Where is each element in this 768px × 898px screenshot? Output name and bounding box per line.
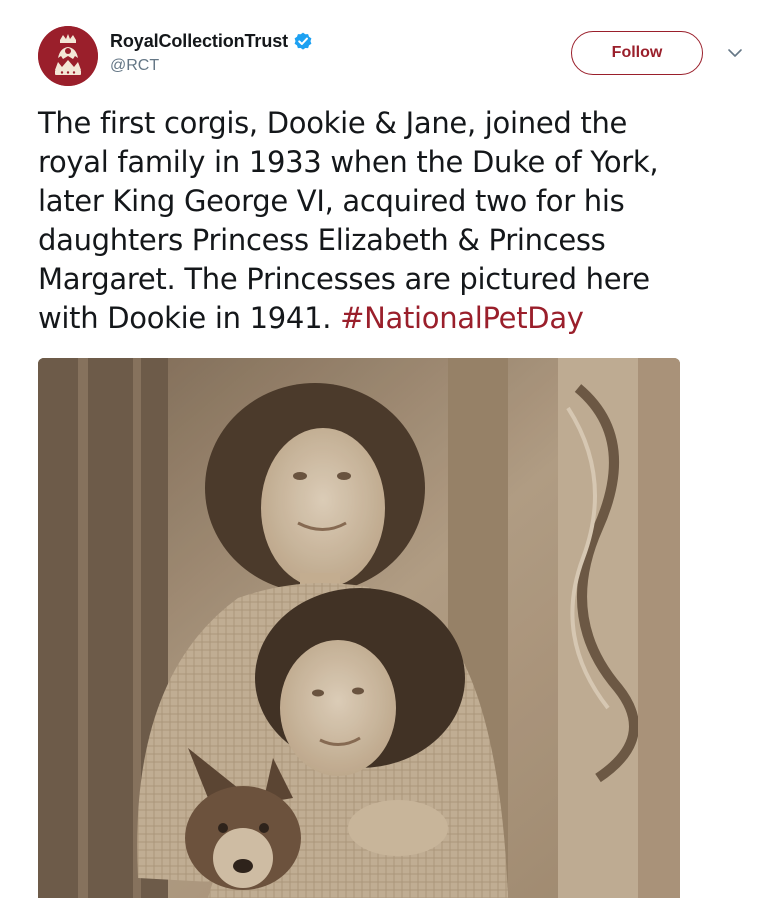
chevron-down-icon[interactable] <box>726 46 744 60</box>
display-name-row: RoyalCollectionTrust <box>110 30 313 52</box>
tweet-text-line: The first corgis, Dookie & Jane, joined … <box>38 106 628 140</box>
tweet-text-line: with Dookie in 1941. <box>38 301 341 335</box>
user-info: RoyalCollectionTrust @RCT <box>110 30 313 75</box>
royal-crest-icon <box>38 26 98 86</box>
tweet-photo[interactable] <box>38 358 680 898</box>
tweet-text: The first corgis, Dookie & Jane, joined … <box>38 104 738 338</box>
follow-button[interactable]: Follow <box>571 31 703 75</box>
tweet-card: RoyalCollectionTrust @RCT Follow The fir… <box>0 0 768 898</box>
user-handle[interactable]: @RCT <box>110 57 313 75</box>
hashtag-link[interactable]: #NationalPetDay <box>340 301 584 335</box>
verified-badge-icon <box>294 32 312 50</box>
tweet-text-line: royal family in 1933 when the Duke of Yo… <box>38 145 659 179</box>
display-name[interactable]: RoyalCollectionTrust <box>110 31 288 52</box>
tweet-text-line: Margaret. The Princesses are pictured he… <box>38 262 650 296</box>
avatar[interactable] <box>38 26 98 86</box>
photo-princesses-with-corgi <box>38 358 680 898</box>
tweet-text-line-last: with Dookie in 1941. #NationalPetDay <box>38 299 738 338</box>
tweet-text-line: daughters Princess Elizabeth & Princess <box>38 223 606 257</box>
tweet-text-line: later King George VI, acquired two for h… <box>38 184 625 218</box>
